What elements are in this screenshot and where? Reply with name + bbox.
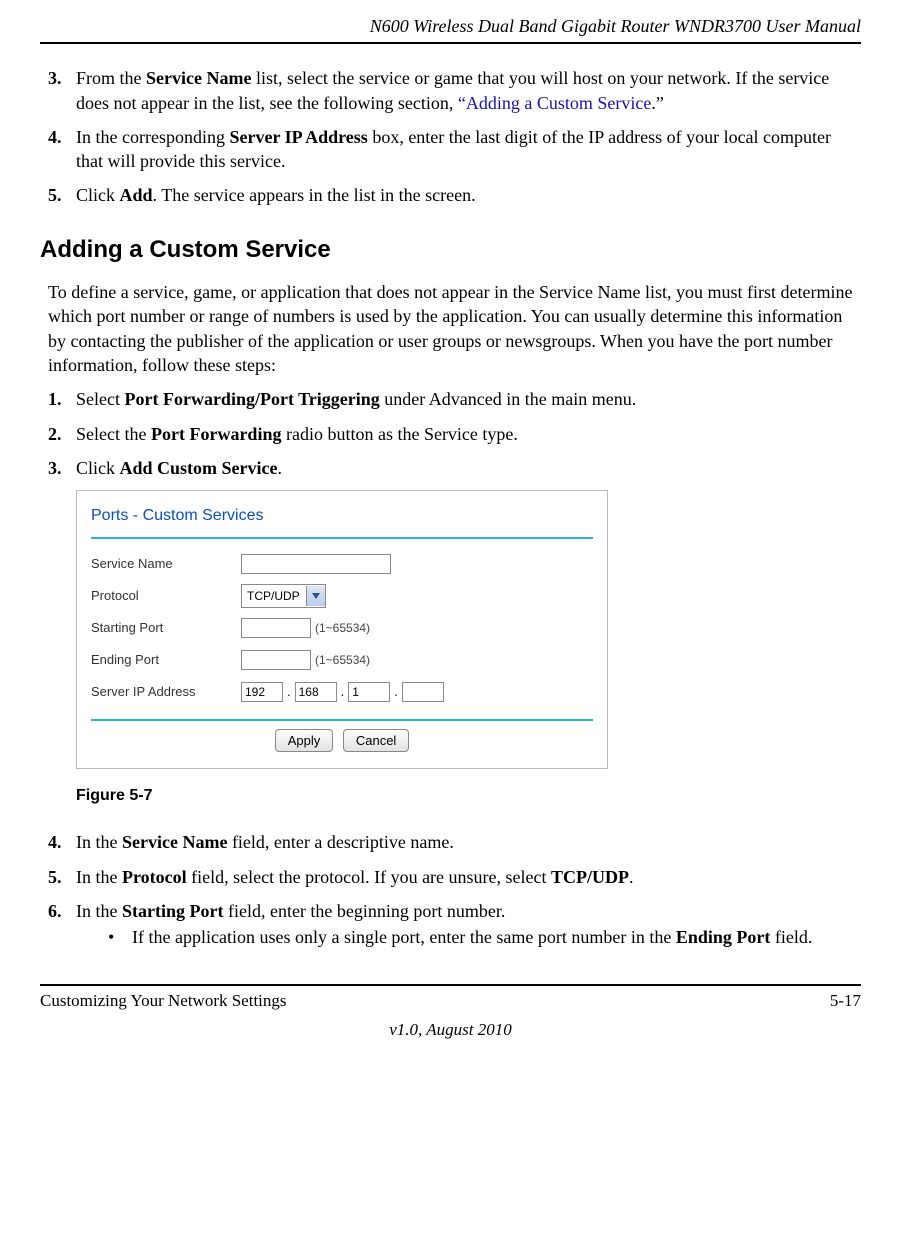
footer-page-number: 5-17 [830, 990, 861, 1013]
step-number: 6. [48, 899, 76, 956]
step-4: 4. In the corresponding Server IP Addres… [48, 125, 853, 174]
row-service-name: Service Name [91, 551, 593, 577]
ip-octet-4-input[interactable] [402, 682, 444, 702]
label-protocol: Protocol [91, 587, 241, 605]
step-number: 3. [48, 66, 76, 115]
label-ending-port: Ending Port [91, 651, 241, 669]
step-b6: 6. In the Starting Port field, enter the… [48, 899, 853, 956]
step-a2: 2. Select the Port Forwarding radio butt… [48, 422, 853, 446]
ip-octet-1-input[interactable] [241, 682, 283, 702]
label-service-name: Service Name [91, 555, 241, 573]
step-number: 5. [48, 865, 76, 889]
bullet-item: • If the application uses only a single … [108, 925, 853, 949]
step-content: In the corresponding Server IP Address b… [76, 125, 853, 174]
step-list-a: 1. Select Port Forwarding/Port Triggerin… [48, 387, 853, 480]
cancel-button[interactable]: Cancel [343, 729, 409, 752]
step-b5: 5. In the Protocol field, select the pro… [48, 865, 853, 889]
page-footer: Customizing Your Network Settings 5-17 v… [40, 984, 861, 1042]
step-number: 5. [48, 183, 76, 207]
ip-octet-2-input[interactable] [295, 682, 337, 702]
protocol-select[interactable]: TCP/UDP [241, 584, 326, 608]
step-b4: 4. In the Service Name field, enter a de… [48, 830, 853, 854]
step-content: In the Protocol field, select the protoc… [76, 865, 853, 889]
step-content: From the Service Name list, select the s… [76, 66, 853, 115]
step-number: 2. [48, 422, 76, 446]
range-hint: (1~65534) [315, 652, 370, 668]
footer-section-title: Customizing Your Network Settings [40, 990, 287, 1013]
row-ending-port: Ending Port (1~65534) [91, 647, 593, 673]
step-content: In the Service Name field, enter a descr… [76, 830, 853, 854]
step-content: Select the Port Forwarding radio button … [76, 422, 853, 446]
ip-octet-3-input[interactable] [348, 682, 390, 702]
apply-button[interactable]: Apply [275, 729, 334, 752]
starting-port-input[interactable] [241, 618, 311, 638]
row-server-ip: Server IP Address . . . [91, 679, 593, 705]
step-a3: 3. Click Add Custom Service. [48, 456, 853, 480]
footer-version: v1.0, August 2010 [40, 1019, 861, 1042]
step-number: 4. [48, 830, 76, 854]
step-3: 3. From the Service Name list, select th… [48, 66, 853, 115]
label-starting-port: Starting Port [91, 619, 241, 637]
step-a1: 1. Select Port Forwarding/Port Triggerin… [48, 387, 853, 411]
step-number: 4. [48, 125, 76, 174]
step-content: Click Add. The service appears in the li… [76, 183, 853, 207]
section-heading-adding-custom-service: Adding a Custom Service [40, 234, 861, 266]
chevron-down-icon [306, 586, 325, 606]
link-adding-custom-service[interactable]: “Adding a Custom Service [458, 93, 651, 113]
step-content: Select Port Forwarding/Port Triggering u… [76, 387, 853, 411]
sub-bullet-list: • If the application uses only a single … [108, 925, 853, 949]
bullet-content: If the application uses only a single po… [132, 925, 812, 949]
step-list-continued: 3. From the Service Name list, select th… [48, 66, 853, 207]
step-5: 5. Click Add. The service appears in the… [48, 183, 853, 207]
label-server-ip: Server IP Address [91, 683, 241, 701]
panel-title: Ports - Custom Services [77, 491, 607, 537]
figure-ports-custom-services: Ports - Custom Services Service Name Pro… [76, 490, 608, 769]
ending-port-input[interactable] [241, 650, 311, 670]
step-number: 1. [48, 387, 76, 411]
section-intro: To define a service, game, or applicatio… [48, 280, 853, 377]
row-starting-port: Starting Port (1~65534) [91, 615, 593, 641]
step-content: In the Starting Port field, enter the be… [76, 899, 853, 956]
page-header: N600 Wireless Dual Band Gigabit Router W… [40, 14, 861, 44]
service-name-input[interactable] [241, 554, 391, 574]
figure-caption: Figure 5-7 [76, 785, 861, 807]
bullet-marker: • [108, 925, 132, 949]
step-number: 3. [48, 456, 76, 480]
protocol-select-value: TCP/UDP [247, 588, 300, 604]
step-content: Click Add Custom Service. [76, 456, 853, 480]
step-list-b: 4. In the Service Name field, enter a de… [48, 830, 853, 955]
row-protocol: Protocol TCP/UDP [91, 583, 593, 609]
range-hint: (1~65534) [315, 620, 370, 636]
